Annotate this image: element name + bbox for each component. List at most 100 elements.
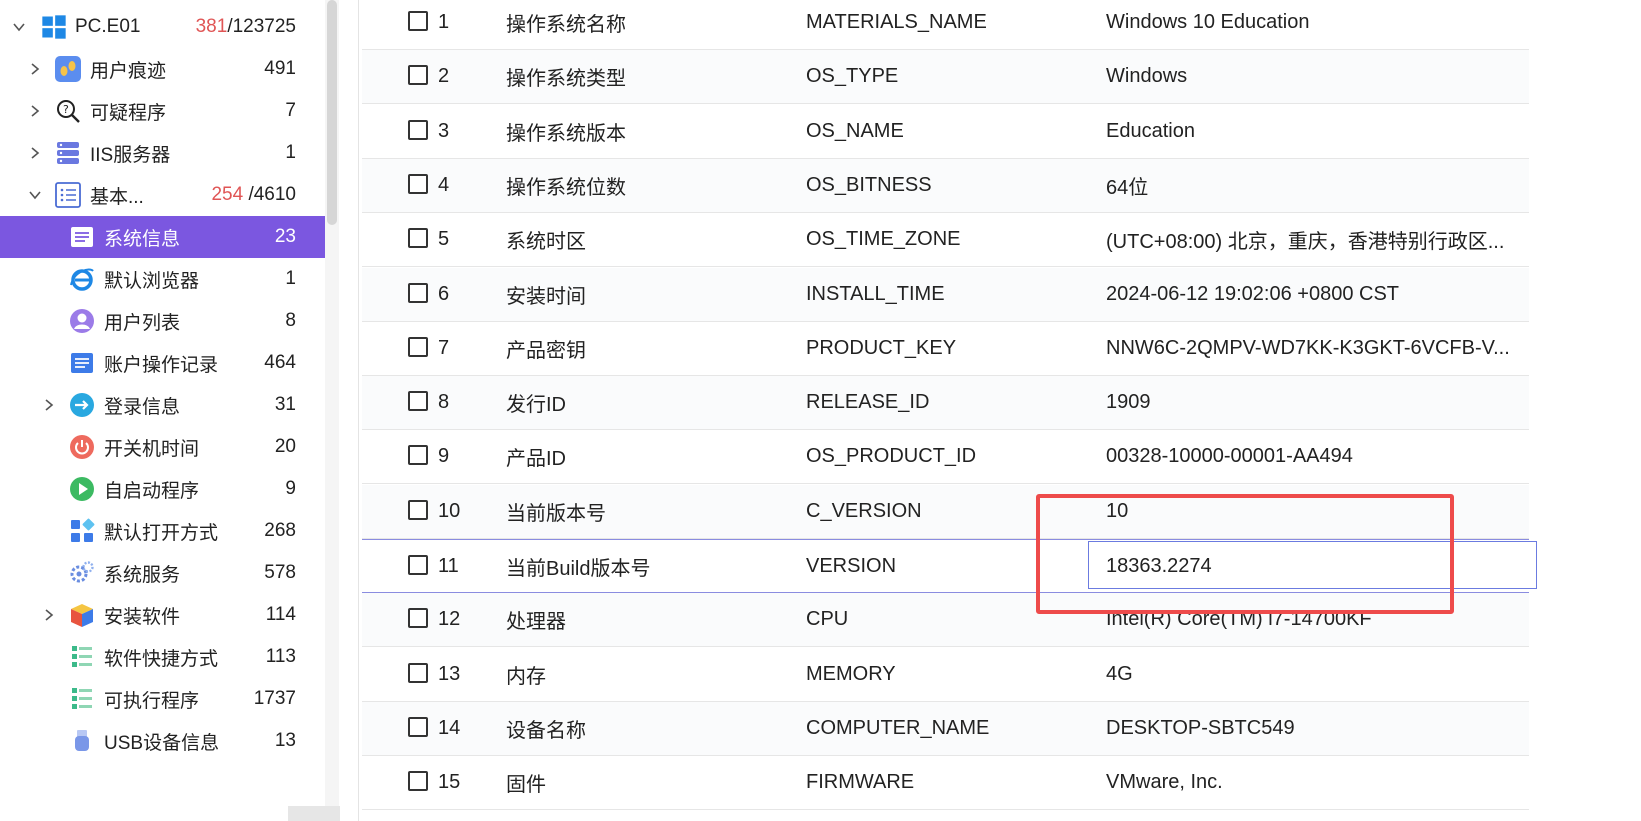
row-value-text: 64位 [1106, 176, 1149, 199]
table-row[interactable]: 12 处理器 CPU Intel(R) Core(TM) i7-14700KF [362, 593, 1529, 648]
tree-label: 开关机时间 [104, 438, 200, 460]
tree-item-executables[interactable]: 可执行程序 1737 [0, 678, 325, 720]
footprints-icon [54, 55, 82, 83]
row-index: 11 [438, 540, 459, 592]
row-name: 固件 [506, 756, 546, 809]
row-value-text: Windows 10 Education [1106, 11, 1310, 33]
tree-item-user-list[interactable]: 用户列表 8 [0, 300, 325, 342]
table-row[interactable]: 5 系统时区 OS_TIME_ZONE (UTC+08:00) 北京，重庆，香港特别行… [362, 213, 1529, 268]
tree-label: 自启动程序 [104, 480, 200, 502]
row-checkbox[interactable] [408, 282, 428, 303]
row-checkbox[interactable] [408, 119, 428, 140]
row-value: VMware, Inc. [1106, 756, 1521, 809]
row-key: COMPUTER_NAME [806, 702, 989, 755]
table-row[interactable]: 9 产品ID OS_PRODUCT_ID 00328-10000-00001-AA49… [362, 430, 1529, 485]
tree-item-basic-info[interactable]: 基本... 254 /4610 [0, 174, 325, 216]
row-checkbox[interactable] [408, 771, 428, 792]
tree-item-user-traces[interactable]: 用户痕迹 491 [0, 48, 325, 90]
row-key: C_VERSION [806, 485, 922, 538]
chevron-right-icon[interactable] [42, 608, 56, 622]
row-name: 产品密钥 [506, 322, 586, 375]
table-row[interactable]: 10 当前版本号 C_VERSION 10 [362, 484, 1529, 539]
row-checkbox[interactable] [408, 716, 428, 737]
row-index-text: 13 [438, 662, 461, 685]
row-key-text: FIRMWARE [806, 771, 915, 794]
tree-item-system-info[interactable]: 系统信息 23 [0, 216, 325, 258]
row-value: 10 [1106, 485, 1521, 538]
tree-count: 1 [285, 142, 296, 163]
tree-item-default-open-with[interactable]: 默认打开方式 268 [0, 510, 325, 552]
table-row[interactable]: 2 操作系统类型 OS_TYPE Windows [362, 50, 1529, 105]
row-name: 安装时间 [506, 268, 586, 321]
row-checkbox[interactable] [408, 11, 428, 31]
table-row[interactable]: 7 产品密钥 PRODUCT_KEY NNW6C-2QMPV-WD7KK-K3GKT-… [362, 322, 1529, 376]
table-row[interactable]: 15 固件 FIRMWARE VMware, Inc. [362, 756, 1529, 811]
row-index: 6 [438, 268, 449, 321]
row-checkbox[interactable] [408, 228, 428, 249]
usb-icon [68, 727, 96, 755]
row-index-text: 12 [438, 608, 461, 631]
row-name: 系统时区 [506, 213, 586, 266]
tree-item-system-services[interactable]: 系统服务 578 [0, 552, 325, 594]
chevron-right-icon[interactable] [28, 62, 42, 76]
table-row[interactable]: 4 操作系统位数 OS_BITNESS 64位 [362, 158, 1529, 213]
tree-count: 13 [274, 730, 296, 751]
row-checkbox[interactable] [408, 662, 428, 683]
row-checkbox[interactable] [408, 391, 428, 412]
tree-label: USB设备信息 [104, 732, 220, 754]
tree-label: 可疑程序 [90, 102, 167, 124]
sidebar-scrollbar-thumb[interactable] [327, 0, 337, 225]
row-value-text: Education [1106, 119, 1195, 142]
row-name-text: 产品ID [506, 448, 566, 471]
table-row[interactable]: 13 内存 MEMORY 4G [362, 648, 1529, 702]
sidebar-horizontal-scrollbar[interactable] [288, 806, 340, 821]
row-checkbox[interactable] [408, 173, 428, 194]
tree-item-power-times[interactable]: 开关机时间 20 [0, 426, 325, 468]
row-key-text: VERSION [806, 554, 897, 577]
chevron-right-icon[interactable] [28, 104, 42, 118]
row-checkbox[interactable] [408, 336, 428, 357]
row-index-text: 14 [438, 716, 461, 739]
row-checkbox[interactable] [408, 555, 428, 575]
chevron-down-icon[interactable] [12, 20, 26, 34]
table-row[interactable]: 1 操作系统名称 MATERIALS_NAME Windows 10 Educatio… [362, 0, 1529, 50]
tree-item-autostart-programs[interactable]: 自启动程序 9 [0, 468, 325, 510]
row-key-text: MATERIALS_NAME [806, 11, 987, 33]
row-checkbox[interactable] [408, 608, 428, 629]
table-row[interactable]: 3 操作系统版本 OS_NAME Education [362, 105, 1529, 159]
row-checkbox[interactable] [408, 65, 428, 86]
chevron-right-icon[interactable] [42, 398, 56, 412]
tree-item-usb-devices[interactable]: USB设备信息 13 [0, 720, 325, 762]
tree-item-account-operations[interactable]: 账户操作记录 464 [0, 342, 325, 384]
table-row[interactable]: 14 设备名称 COMPUTER_NAME DESKTOP-SBTC549 [362, 701, 1529, 756]
chevron-down-icon[interactable] [28, 188, 42, 202]
table-row[interactable]: 8 发行ID RELEASE_ID 1909 [362, 376, 1529, 431]
row-key-text: OS_TIME_ZONE [806, 228, 961, 251]
row-name-text: 系统时区 [506, 231, 586, 254]
tree-count: 7 [285, 100, 296, 121]
sidebar-tree: PC.E01 381/123725 用户痕迹 491 ? 可疑程序 7 IIS服… [0, 0, 325, 821]
list-icon [68, 349, 96, 377]
pane-divider[interactable] [358, 0, 359, 821]
tree-item-default-browser[interactable]: 默认浏览器 1 [0, 258, 325, 300]
tree-item-iis-server[interactable]: IIS服务器 1 [0, 132, 325, 174]
tree-label: 账户操作记录 [104, 354, 219, 376]
chevron-right-icon[interactable] [28, 146, 42, 160]
row-name: 内存 [506, 648, 546, 701]
tree-item-login-info[interactable]: 登录信息 31 [0, 384, 325, 426]
table-row[interactable]: 11 当前Build版本号 VERSION 18363.2274 [362, 539, 1537, 593]
row-name-text: 设备名称 [506, 719, 586, 742]
row-name: 发行ID [506, 376, 566, 429]
tree-root-pc-e01[interactable]: PC.E01 381/123725 [0, 6, 325, 48]
row-name: 处理器 [506, 593, 566, 646]
row-checkbox[interactable] [408, 445, 428, 466]
tree-label: 基本... [90, 186, 144, 208]
table-row[interactable]: 6 安装时间 INSTALL_TIME 2024-06-12 19:02:06 +08… [362, 267, 1529, 322]
tree-item-suspicious-programs[interactable]: ? 可疑程序 7 [0, 90, 325, 132]
row-value: 4G [1106, 648, 1521, 701]
tree-label: 登录信息 [104, 396, 181, 418]
tree-item-installed-software[interactable]: 安装软件 114 [0, 594, 325, 636]
row-key: CPU [806, 593, 848, 646]
tree-item-software-shortcuts[interactable]: 软件快捷方式 113 [0, 636, 325, 678]
row-checkbox[interactable] [408, 499, 428, 520]
